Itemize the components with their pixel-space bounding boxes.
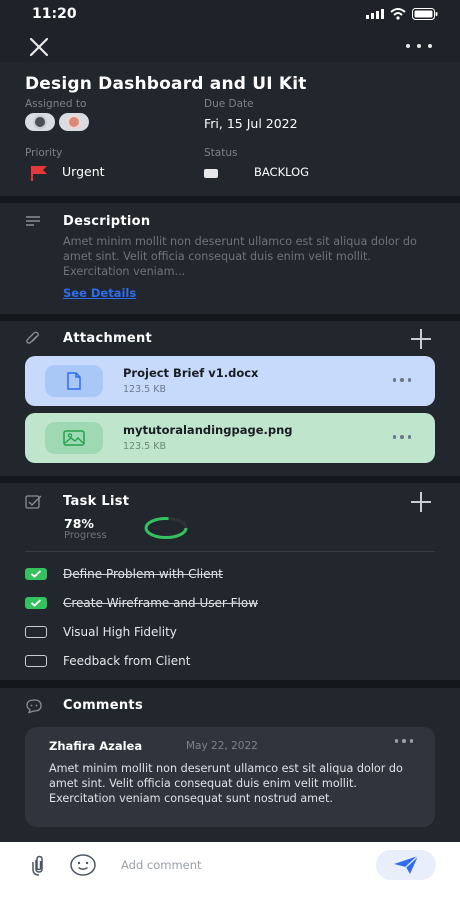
checklist-icon [25, 495, 42, 509]
comment-icon [26, 699, 42, 714]
task-list-title: Task List [63, 494, 130, 509]
paperclip-icon[interactable] [28, 854, 50, 876]
attachment-item[interactable]: mytutoralandingpage.png 123.5 KB [25, 413, 435, 463]
check-icon [30, 570, 42, 578]
comment-input[interactable]: Add comment [121, 858, 202, 872]
task-item[interactable]: Create Wireframe and User Flow [25, 592, 258, 614]
task-label: Define Problem with Client [63, 567, 223, 581]
checkbox[interactable] [25, 626, 47, 638]
progress-ring [144, 517, 188, 539]
task-label: Feedback from Client [63, 654, 191, 668]
task-label: Create Wireframe and User Flow [63, 596, 259, 610]
due-date-label: Due Date [204, 98, 254, 110]
progress-value: 78% [64, 516, 94, 531]
avatar[interactable] [25, 113, 55, 131]
priority-label: Priority [25, 147, 63, 159]
checkbox[interactable] [25, 655, 47, 667]
priority-value[interactable]: Urgent [62, 164, 105, 179]
divider [25, 551, 435, 552]
attachment-title: Attachment [63, 331, 153, 346]
paperclip-icon [26, 331, 39, 344]
avatar[interactable] [59, 113, 89, 131]
task-item[interactable]: Visual High Fidelity [25, 621, 177, 643]
top-navigation-bar [0, 30, 460, 62]
signal-icon [366, 9, 384, 19]
dot-icon [417, 44, 421, 48]
task-label: Visual High Fidelity [63, 625, 177, 639]
comment-author: Zhafira Azalea [49, 739, 143, 753]
assignee-avatars[interactable] [25, 113, 89, 131]
file-icon-wrapper [45, 365, 103, 397]
file-name: Project Brief v1.docx [123, 366, 259, 380]
file-size: 123.5 KB [123, 384, 166, 395]
check-icon [30, 599, 42, 607]
assigned-label: Assigned to [25, 98, 87, 110]
description-text: Amet minim mollit non deserunt ullamco e… [63, 235, 417, 278]
file-size: 123.5 KB [123, 441, 166, 452]
due-date-value[interactable]: Fri, 15 Jul 2022 [204, 116, 298, 131]
dot-icon [406, 44, 410, 48]
document-icon [67, 372, 81, 390]
image-icon [63, 430, 85, 446]
file-name: mytutoralandingpage.png [123, 423, 293, 437]
wifi-icon [390, 8, 406, 20]
send-button[interactable] [376, 850, 436, 880]
status-value[interactable]: BACKLOG [254, 165, 309, 179]
description-icon [26, 216, 40, 226]
battery-icon [412, 8, 438, 20]
see-details-link[interactable]: See Details [63, 286, 136, 300]
comment-more-button[interactable] [394, 739, 413, 743]
task-item[interactable]: Feedback from Client [25, 650, 190, 672]
more-options-button[interactable] [406, 36, 432, 56]
attachment-item[interactable]: Project Brief v1.docx 123.5 KB [25, 356, 435, 406]
dot-icon [428, 44, 432, 48]
file-icon-wrapper [45, 422, 103, 454]
checkbox[interactable] [25, 568, 47, 580]
add-attachment-button[interactable] [410, 328, 432, 350]
status-time: 11:20 [32, 6, 77, 22]
file-more-button[interactable] [392, 378, 411, 382]
file-more-button[interactable] [392, 435, 411, 439]
comment-date: May 22, 2022 [186, 740, 258, 752]
add-task-button[interactable] [410, 491, 432, 513]
description-title: Description [63, 214, 151, 229]
comment-card: Zhafira Azalea May 22, 2022 Amet minim m… [25, 727, 435, 827]
checkbox[interactable] [25, 597, 47, 609]
status-bar: 11:20 [0, 0, 460, 30]
comments-title: Comments [63, 698, 143, 713]
page-title: Design Dashboard and UI Kit [25, 74, 307, 94]
status-label: Status [204, 147, 238, 159]
emoji-icon[interactable] [70, 854, 96, 876]
progress-label: Progress [64, 530, 107, 541]
task-item[interactable]: Define Problem with Client [25, 563, 223, 585]
task-detail-screen: 11:20 Design Dashboard and UI Kit Assign… [0, 0, 460, 900]
comment-text: Amet minim mollit non deserunt ullamco e… [49, 762, 403, 805]
status-icons [366, 8, 438, 20]
status-indicator [204, 169, 218, 178]
send-icon [394, 855, 419, 874]
close-icon[interactable] [28, 36, 50, 58]
comment-composer: Add comment [0, 842, 460, 900]
flag-icon [31, 166, 47, 181]
